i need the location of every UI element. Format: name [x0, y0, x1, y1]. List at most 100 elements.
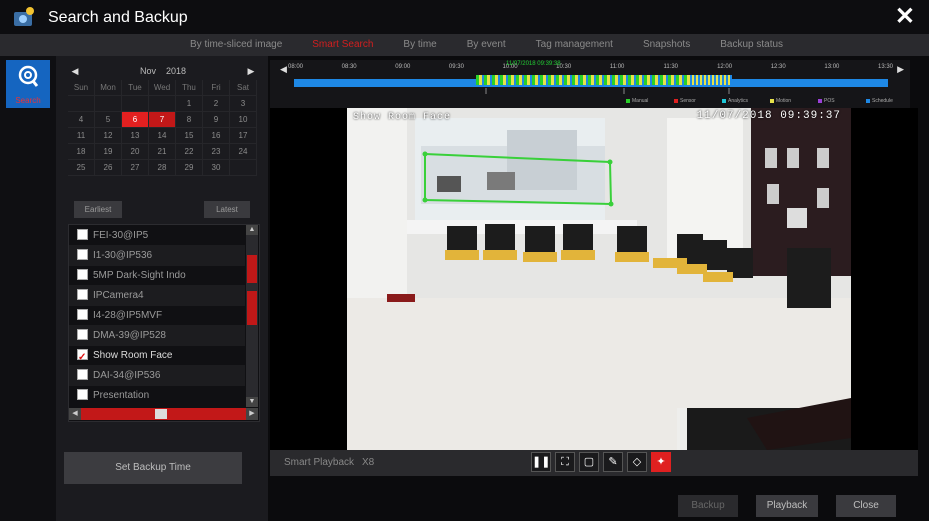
timeline[interactable]: ◀ ▶ 08:00 08:30 09:00 09:30 10:00 10:30 11:00 1…: [270, 60, 910, 108]
legend-item: POS: [818, 98, 835, 104]
camera-list: FEI-30@IP5 I1-30@IP536 5MP Dark-Sight Indo…: [68, 224, 260, 422]
vertical-scrollbar[interactable]: ▲ ▼: [246, 225, 258, 407]
calendar-day[interactable]: 22: [176, 144, 203, 160]
timeline-next-icon[interactable]: ▶: [897, 64, 904, 75]
scroll-right-icon[interactable]: ▶: [246, 408, 258, 420]
calendar-day[interactable]: 17: [230, 128, 257, 144]
calendar-day[interactable]: 9: [203, 112, 230, 128]
calendar-day[interactable]: 1: [176, 96, 203, 112]
tab-by-time[interactable]: By time: [403, 34, 436, 56]
calendar-day[interactable]: 18: [68, 144, 95, 160]
camera-list-item[interactable]: I1-30@IP536: [69, 245, 245, 266]
camera-checkbox[interactable]: [77, 329, 88, 340]
calendar-day[interactable]: 29: [176, 160, 203, 176]
camera-checkbox[interactable]: [77, 269, 88, 280]
calendar-day[interactable]: 10: [230, 112, 257, 128]
legend-swatch: [818, 98, 822, 103]
calendar-day[interactable]: 4: [68, 112, 95, 128]
title-bar: Search and Backup ✕: [0, 0, 929, 34]
timeline-prev-icon[interactable]: ◀: [280, 64, 287, 75]
camera-list-item[interactable]: I4-28@IP5MVF: [69, 305, 245, 326]
draw-area-icon[interactable]: ✎: [603, 452, 623, 472]
camera-list-item[interactable]: FEI-30@IP5: [69, 225, 245, 246]
calendar-day[interactable]: 15: [176, 128, 203, 144]
hscroll-thumb[interactable]: [155, 409, 167, 419]
video-area: Show Room Face 11/07/2018 09:39:37: [270, 108, 918, 450]
camera-list-item[interactable]: Show Room Face: [69, 345, 245, 368]
camera-checkbox[interactable]: [77, 347, 88, 368]
calendar-day[interactable]: 16: [203, 128, 230, 144]
earliest-button[interactable]: Earliest: [74, 201, 122, 218]
calendar-year: 2018: [166, 66, 187, 76]
calendar-day[interactable]: 8: [176, 112, 203, 128]
calendar-day[interactable]: 21: [149, 144, 176, 160]
search-settings-icon[interactable]: ✦: [651, 452, 671, 472]
calendar-day[interactable]: 5: [95, 112, 122, 128]
calendar-day[interactable]: 26: [95, 160, 122, 176]
camera-checkbox[interactable]: [77, 389, 88, 400]
tab-backup-status[interactable]: Backup status: [720, 34, 783, 56]
camera-checkbox[interactable]: [77, 309, 88, 320]
tab-smart-search[interactable]: Smart Search: [312, 34, 373, 56]
calendar-day[interactable]: 24: [230, 144, 257, 160]
backup-button[interactable]: Backup: [678, 495, 738, 517]
legend-item: Schedule: [866, 98, 893, 104]
camera-list-item[interactable]: DMA-39@IP528: [69, 325, 245, 346]
fullscreen-icon[interactable]: ⛶: [555, 452, 575, 472]
calendar-day[interactable]: 20: [122, 144, 149, 160]
camera-checkbox[interactable]: [77, 369, 88, 380]
camera-list-item[interactable]: DAI-34@IP536: [69, 365, 245, 386]
calendar-day[interactable]: 11: [68, 128, 95, 144]
search-nav-button[interactable]: Search: [6, 60, 50, 108]
camera-list-item[interactable]: IPCamera4: [69, 285, 245, 306]
calendar-month: Nov: [139, 66, 156, 76]
left-panel: ◀ Nov 2018 ▶ Sun Mon Tue Wed Thu Fri Sat 1 2 3 4 5 6…: [56, 56, 268, 521]
zoom-box-icon[interactable]: ▢: [579, 452, 599, 472]
calendar-day[interactable]: 30: [203, 160, 230, 176]
tab-snapshots[interactable]: Snapshots: [643, 34, 690, 56]
legend-item: Manual: [626, 98, 648, 104]
camera-list-item[interactable]: 5MP Dark-Sight Indo: [69, 265, 245, 286]
camera-checkbox[interactable]: [77, 229, 88, 240]
set-backup-time-button[interactable]: Set Backup Time: [64, 452, 242, 484]
close-icon[interactable]: ✕: [895, 5, 915, 29]
calendar-empty-cell: [149, 96, 176, 112]
calendar-day[interactable]: 19: [95, 144, 122, 160]
prev-month-icon[interactable]: ◀: [68, 66, 82, 77]
scroll-thumb[interactable]: [247, 255, 257, 283]
calendar-day[interactable]: 27: [122, 160, 149, 176]
calendar-day[interactable]: 7: [149, 112, 176, 128]
calendar-day[interactable]: 3: [230, 96, 257, 112]
scroll-thumb-lower[interactable]: [247, 291, 257, 325]
horizontal-scrollbar[interactable]: ◀ ▶: [69, 408, 258, 420]
calendar: ◀ Nov 2018 ▶ Sun Mon Tue Wed Thu Fri Sat 1 2 3 4 5 6…: [68, 64, 258, 176]
calendar-day[interactable]: 23: [203, 144, 230, 160]
camera-name: Show Room Face: [93, 350, 173, 361]
clear-area-icon[interactable]: ◇: [627, 452, 647, 472]
camera-checkbox[interactable]: [77, 289, 88, 300]
calendar-day[interactable]: 2: [203, 96, 230, 112]
calendar-day[interactable]: 25: [68, 160, 95, 176]
next-month-icon[interactable]: ▶: [244, 66, 258, 77]
scroll-up-icon[interactable]: ▲: [246, 225, 258, 235]
camera-list-item[interactable]: Presentation: [69, 385, 245, 406]
scroll-left-icon[interactable]: ◀: [69, 408, 81, 420]
calendar-day[interactable]: 13: [122, 128, 149, 144]
tab-by-time-sliced-image[interactable]: By time-sliced image: [190, 34, 282, 56]
timeline-event-bar[interactable]: [476, 75, 688, 85]
scroll-down-icon[interactable]: ▼: [246, 397, 258, 407]
close-button[interactable]: Close: [836, 495, 896, 517]
pause-icon[interactable]: ❚❚: [531, 452, 551, 472]
camera-checkbox[interactable]: [77, 249, 88, 260]
latest-button[interactable]: Latest: [204, 201, 250, 218]
timeline-event-bar-2[interactable]: [688, 75, 732, 85]
playback-button[interactable]: Playback: [756, 495, 818, 517]
video-frame[interactable]: Show Room Face 11/07/2018 09:39:37: [347, 108, 851, 450]
calendar-day[interactable]: 6: [122, 112, 149, 128]
calendar-day[interactable]: 14: [149, 128, 176, 144]
calendar-day[interactable]: 28: [149, 160, 176, 176]
tab-by-event[interactable]: By event: [467, 34, 506, 56]
calendar-day[interactable]: 12: [95, 128, 122, 144]
tab-tag-management[interactable]: Tag management: [536, 34, 613, 56]
timeline-tick-label: 09:00: [395, 64, 411, 70]
